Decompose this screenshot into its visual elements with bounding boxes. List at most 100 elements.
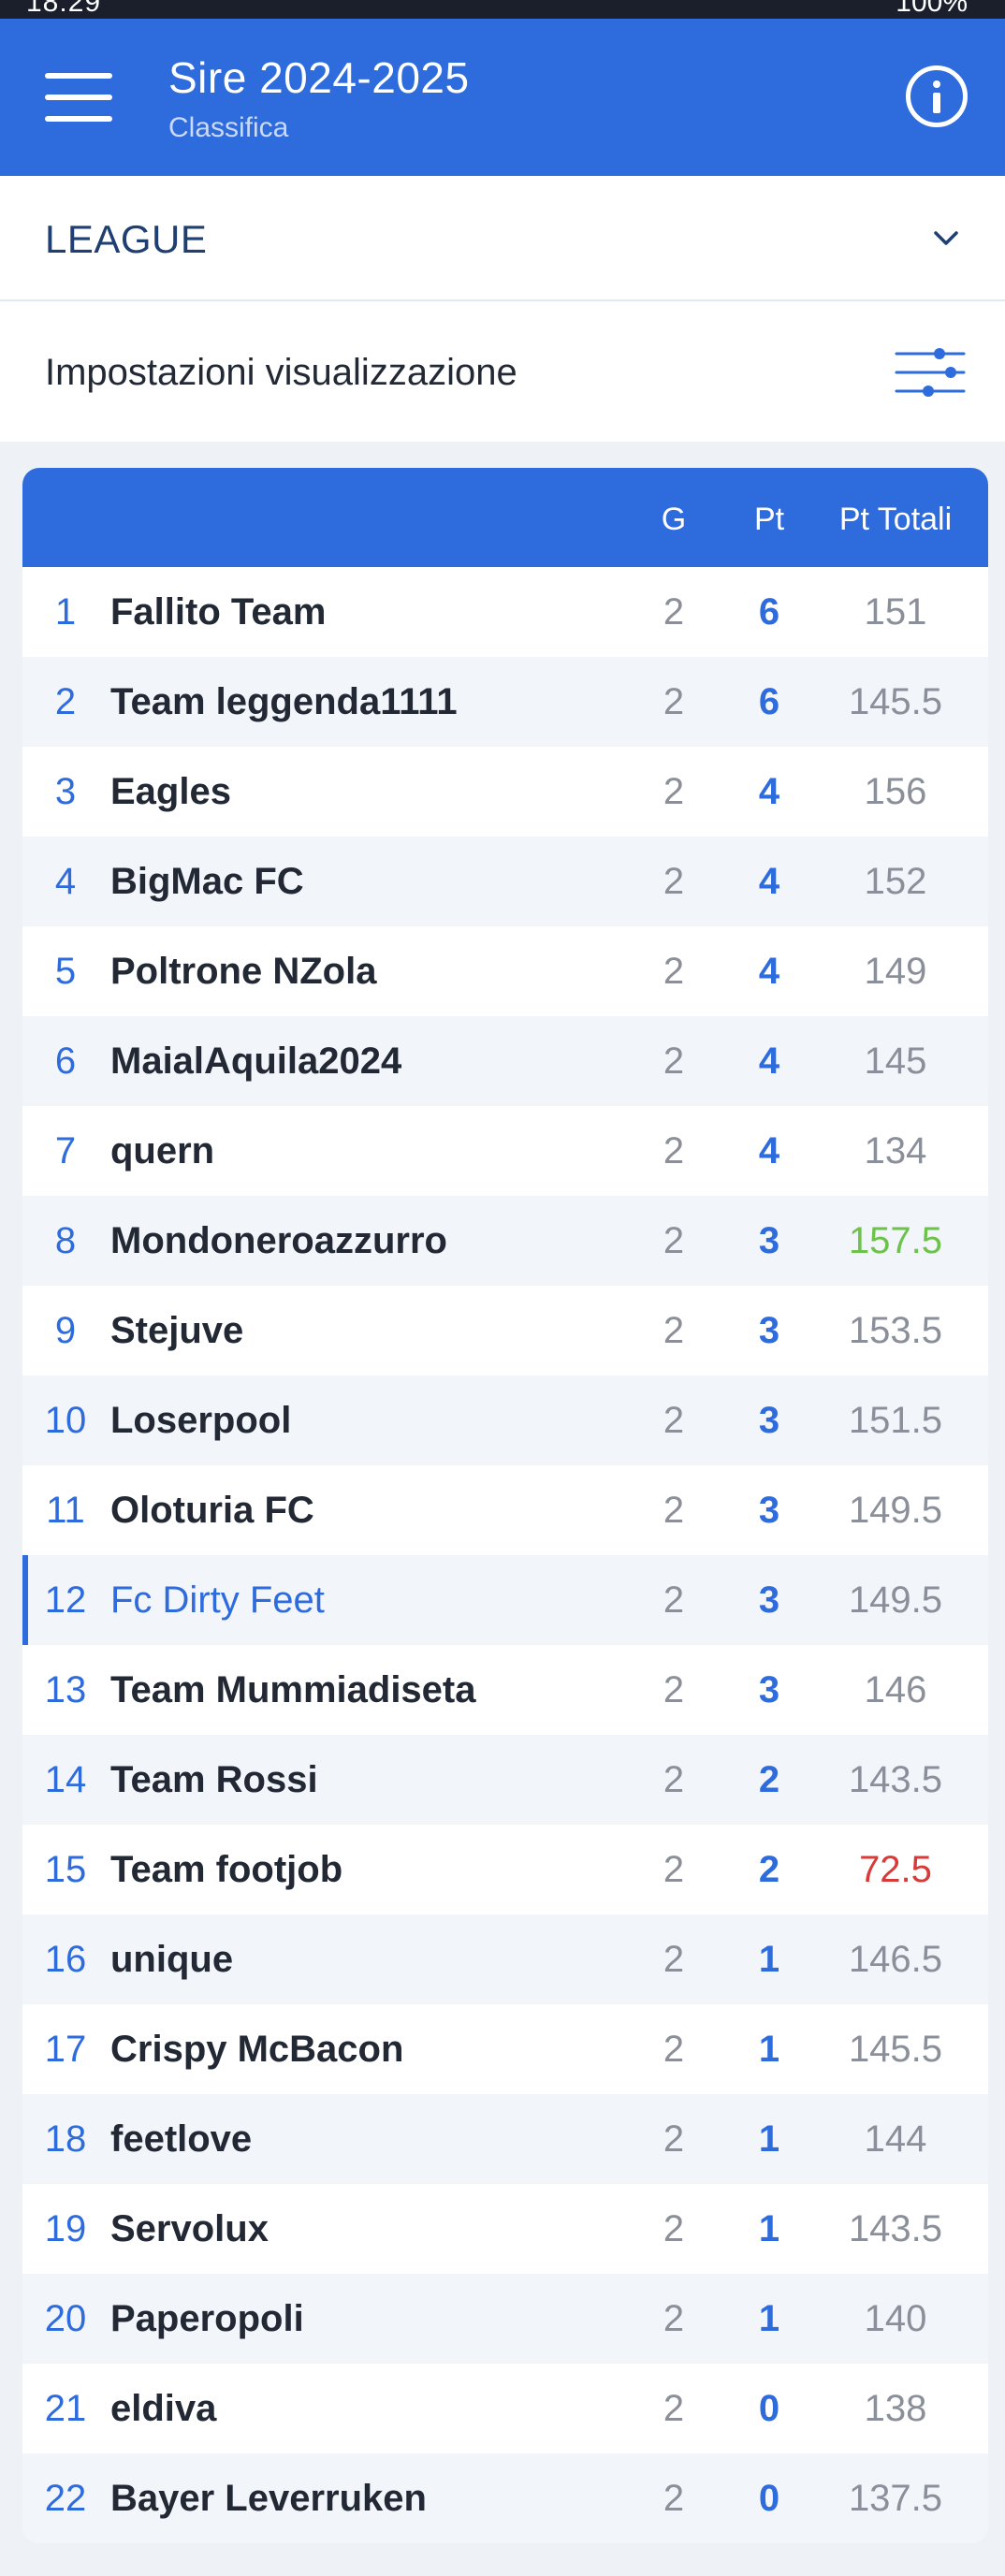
rank-cell: 13 — [44, 1669, 87, 1710]
team-name-cell: Oloturia FC — [110, 1490, 314, 1531]
points-cell: 1 — [758, 2029, 780, 2070]
team-name-cell: Crispy McBacon — [110, 2029, 404, 2070]
rank-cell: 22 — [44, 2478, 87, 2519]
league-selector[interactable]: LEAGUE — [0, 176, 1005, 301]
table-row[interactable]: 17 Crispy McBacon 2 1 145.5 — [22, 2004, 988, 2094]
total-points-cell: 145.5 — [848, 681, 943, 722]
team-name-cell: feetlove — [110, 2118, 253, 2160]
points-cell: 3 — [758, 1490, 780, 1531]
rank-cell: 1 — [54, 591, 77, 633]
points-cell: 0 — [758, 2478, 780, 2519]
games-cell: 2 — [663, 1490, 685, 1531]
total-points-cell: 144 — [864, 2118, 927, 2160]
games-cell: 2 — [663, 1041, 685, 1082]
games-cell: 2 — [663, 2029, 685, 2070]
page-title: Sire 2024-2025 — [168, 53, 470, 102]
rank-cell: 4 — [54, 861, 77, 902]
table-row[interactable]: 14 Team Rossi 2 2 143.5 — [22, 1735, 988, 1825]
table-row[interactable]: 1 Fallito Team 2 6 151 — [22, 567, 988, 657]
team-name-cell: Servolux — [110, 2208, 269, 2249]
team-name-cell: Poltrone NZola — [110, 951, 377, 992]
points-cell: 3 — [758, 1669, 780, 1710]
total-points-cell: 157.5 — [848, 1220, 943, 1261]
rank-cell: 11 — [46, 1490, 85, 1531]
status-time: 18:29 — [26, 0, 102, 18]
table-row[interactable]: 7 quern 2 4 134 — [22, 1106, 988, 1196]
rank-cell: 7 — [54, 1130, 77, 1172]
points-cell: 3 — [758, 1579, 780, 1621]
sliders-icon[interactable] — [895, 344, 966, 400]
app-bar: Sire 2024-2025 Classifica — [0, 19, 1005, 176]
display-settings-row[interactable]: Impostazioni visualizzazione — [0, 301, 1005, 442]
team-name-cell: Stejuve — [110, 1310, 244, 1351]
table-row[interactable]: 21 eldiva 2 0 138 — [22, 2364, 988, 2453]
points-cell: 0 — [758, 2388, 780, 2429]
team-name-cell: Bayer Leverruken — [110, 2478, 427, 2519]
games-cell: 2 — [663, 1759, 685, 1800]
table-row[interactable]: 18 feetlove 2 1 144 — [22, 2094, 988, 2184]
table-row[interactable]: 9 Stejuve 2 3 153.5 — [22, 1286, 988, 1375]
games-cell: 2 — [663, 2478, 685, 2519]
rank-cell: 8 — [54, 1220, 77, 1261]
rank-cell: 16 — [44, 1939, 87, 1980]
table-row[interactable]: 2 Team leggenda1111 2 6 145.5 — [22, 657, 988, 747]
points-cell: 2 — [758, 1759, 780, 1800]
rank-cell: 20 — [44, 2298, 87, 2339]
table-row[interactable]: 3 Eagles 2 4 156 — [22, 747, 988, 837]
rank-cell: 19 — [44, 2208, 87, 2249]
total-points-cell: 151.5 — [848, 1400, 943, 1441]
table-row[interactable]: 5 Poltrone NZola 2 4 149 — [22, 926, 988, 1016]
team-name-cell: Eagles — [110, 771, 231, 812]
games-cell: 2 — [663, 1220, 685, 1261]
games-cell: 2 — [663, 951, 685, 992]
total-points-cell: 143.5 — [848, 2208, 943, 2249]
games-cell: 2 — [663, 2208, 685, 2249]
table-row[interactable]: 4 BigMac FC 2 4 152 — [22, 837, 988, 926]
table-row[interactable]: 12 Fc Dirty Feet 2 3 149.5 — [22, 1555, 988, 1645]
games-cell: 2 — [663, 1130, 685, 1172]
table-row[interactable]: 6 MaialAquila2024 2 4 145 — [22, 1016, 988, 1106]
league-selector-value: LEAGUE — [45, 217, 208, 261]
table-row[interactable]: 8 Mondoneroazzurro 2 3 157.5 — [22, 1196, 988, 1286]
rank-cell: 9 — [54, 1310, 77, 1351]
rank-cell: 5 — [54, 951, 77, 992]
table-row[interactable]: 15 Team footjob 2 2 72.5 — [22, 1825, 988, 1914]
table-row[interactable]: 13 Team Mummiadiseta 2 3 146 — [22, 1645, 988, 1735]
rank-cell: 14 — [44, 1759, 87, 1800]
table-row[interactable]: 10 Loserpool 2 3 151.5 — [22, 1375, 988, 1465]
table-row[interactable]: 22 Bayer Leverruken 2 0 137.5 — [22, 2453, 988, 2543]
table-row[interactable]: 11 Oloturia FC 2 3 149.5 — [22, 1465, 988, 1555]
battery-level: 100% — [896, 0, 968, 18]
games-cell: 2 — [663, 591, 685, 633]
points-cell: 2 — [758, 1849, 780, 1890]
header-points: Pt — [753, 502, 785, 537]
points-cell: 4 — [758, 771, 780, 812]
hamburger-menu-icon[interactable] — [45, 73, 112, 122]
games-cell: 2 — [663, 2298, 685, 2339]
total-points-cell: 140 — [864, 2298, 927, 2339]
team-name-cell: Team Mummiadiseta — [110, 1669, 476, 1710]
header-games: G — [661, 502, 687, 537]
table-body: 1 Fallito Team 2 6 151 2 Team leggenda1111 2 6 14… — [22, 567, 988, 2543]
team-name-cell: Paperopoli — [110, 2298, 304, 2339]
team-name-cell: Team leggenda1111 — [110, 681, 458, 722]
total-points-cell: 72.5 — [859, 1849, 932, 1890]
table-row[interactable]: 19 Servolux 2 1 143.5 — [22, 2184, 988, 2274]
rank-cell: 6 — [54, 1041, 77, 1082]
points-cell: 4 — [758, 1041, 780, 1082]
info-circle-icon[interactable] — [906, 65, 968, 127]
table-row[interactable]: 16 unique 2 1 146.5 — [22, 1914, 988, 2004]
rank-cell: 21 — [44, 2388, 87, 2429]
games-cell: 2 — [663, 2118, 685, 2160]
table-row[interactable]: 20 Paperopoli 2 1 140 — [22, 2274, 988, 2364]
total-points-cell: 152 — [864, 861, 927, 902]
points-cell: 1 — [758, 2208, 780, 2249]
total-points-cell: 149.5 — [848, 1579, 943, 1621]
team-name-cell: Fallito Team — [110, 591, 327, 633]
games-cell: 2 — [663, 1400, 685, 1441]
rank-cell: 12 — [44, 1579, 87, 1621]
games-cell: 2 — [663, 2388, 685, 2429]
display-settings-label: Impostazioni visualizzazione — [45, 352, 517, 393]
rank-cell: 15 — [44, 1849, 87, 1890]
team-name-cell: Team footjob — [110, 1849, 343, 1890]
